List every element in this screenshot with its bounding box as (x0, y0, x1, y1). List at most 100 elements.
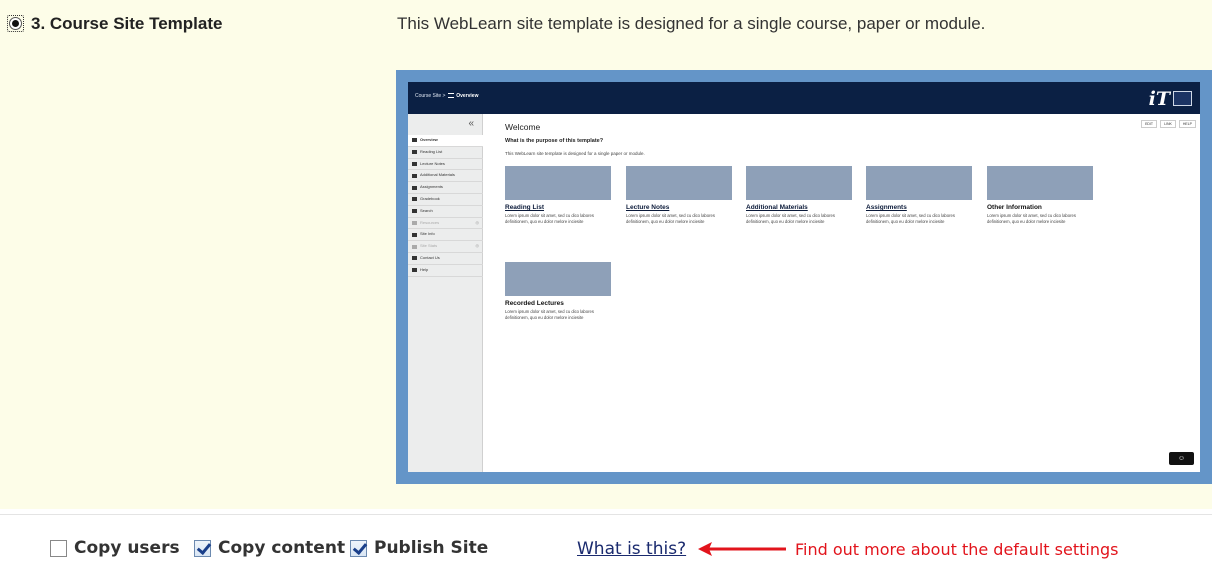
preview-nav-label: Additional Materials (420, 172, 455, 178)
preview-nav-item: Reading List (408, 147, 483, 159)
preview-card-title: Other Information (987, 204, 1042, 211)
preview-card-body: Lorem ipsum dolor sit amet, sed cu dico … (505, 213, 594, 224)
preview-nav-item: Help (408, 265, 483, 277)
preview-nav-item: Resources ◎ (408, 218, 483, 230)
preview-action-button: LINK (1160, 120, 1176, 128)
preview-nav: Overview Reading List Lecture Notes Additio… (408, 135, 483, 277)
preview-nav-label: Resources (420, 219, 440, 225)
preview-breadcrumb: Course Site > Overview (415, 93, 478, 99)
preview-nav-label: Gradebook (420, 195, 440, 201)
preview-nav-item: Assignments (408, 182, 483, 194)
preview-card-title: Recorded Lectures (505, 300, 564, 307)
preview-nav-label: Assignments (420, 184, 443, 190)
preview-card-image (505, 166, 611, 200)
preview-card-body: Lorem ipsum dolor sit amet, sed cu dico … (987, 213, 1076, 224)
preview-nav-label: Site Info (420, 231, 435, 237)
menu-icon (447, 93, 454, 99)
preview-nav-label: Lecture Notes (420, 160, 445, 166)
preview-nav-item: Site Stats ◎ (408, 241, 483, 253)
gear-icon (412, 232, 417, 237)
preview-breadcrumb-site: Course Site (415, 93, 442, 99)
preview-card-body: Lorem ipsum dolor sit amet, sed cu dico … (626, 213, 715, 224)
publish-site-label[interactable]: Publish Site (374, 538, 488, 558)
preview-card-title: Assignments (866, 204, 907, 211)
preview-breadcrumb-separator: > (442, 93, 446, 99)
chat-icon: ☺ (1169, 452, 1194, 465)
red-arrow-icon (698, 542, 786, 556)
preview-card-image (626, 166, 732, 200)
preview-nav-item: Gradebook (408, 194, 483, 206)
template-radio[interactable] (7, 15, 24, 32)
preview-card-image (505, 262, 611, 296)
default-settings-annotation: Find out more about the default settings (795, 540, 1119, 559)
menu-icon (412, 138, 417, 143)
preview-nav-label: Search (420, 207, 433, 213)
preview-actions: EDIT LINK HELP (1141, 120, 1196, 128)
preview-welcome-heading: Welcome (505, 122, 541, 132)
preview-topbar: Course Site > Overview iT (408, 82, 1200, 114)
preview-nav-label: Reading List (420, 148, 443, 154)
copy-users-label[interactable]: Copy users (74, 538, 180, 558)
preview-nav-item: Contact Us (408, 253, 483, 265)
template-preview-screenshot: Course Site > Overview iT « Overview Read… (408, 82, 1200, 472)
preview-card-body: Lorem ipsum dolor sit amet, sed cu dico … (746, 213, 835, 224)
template-title[interactable]: 3. Course Site Template (31, 14, 222, 34)
publish-site-checkbox[interactable] (350, 540, 367, 557)
preview-nav-extra: ◎ (475, 243, 480, 249)
preview-intro: This WebLearn site template is designed … (505, 151, 645, 156)
assignment-icon (412, 185, 417, 190)
preview-card-body: Lorem ipsum dolor sit amet, sed cu dico … (505, 309, 594, 320)
gradebook-icon (412, 197, 417, 202)
copy-content-label[interactable]: Copy content (218, 538, 345, 558)
preview-action-button: HELP (1178, 120, 1196, 128)
preview-card: Other Information Lorem ipsum dolor sit a… (987, 166, 1095, 225)
collapse-icon: « (468, 118, 474, 129)
preview-card-title: Additional Materials (746, 204, 808, 211)
preview-nav-label: Contact Us (420, 254, 440, 260)
preview-card-title: Lecture Notes (626, 204, 670, 211)
preview-nav-extra: ◎ (475, 219, 480, 225)
template-description: This WebLearn site template is designed … (397, 14, 986, 33)
list-icon (412, 173, 417, 178)
preview-nav-item: Site Info (408, 229, 483, 242)
preview-question: What is the purpose of this template? (505, 138, 604, 144)
preview-logo: iT (1148, 88, 1170, 110)
university-crest-icon (1173, 91, 1192, 106)
folder-icon (412, 220, 417, 225)
preview-card-image (987, 166, 1093, 200)
preview-nav-item: Lecture Notes (408, 159, 483, 171)
preview-nav-label: Overview (420, 137, 438, 142)
template-option-panel: 3. Course Site Template This WebLearn si… (0, 0, 1212, 509)
radio-ring (9, 17, 22, 30)
list-icon (412, 150, 417, 155)
preview-nav-item: Additional Materials (408, 170, 483, 183)
preview-sidebar: « Overview Reading List Lecture Notes Addit… (408, 114, 483, 472)
copy-content-checkbox[interactable] (194, 540, 211, 557)
preview-nav-label: Site Stats (420, 243, 438, 249)
preview-card-image (866, 166, 972, 200)
copy-users-checkbox[interactable] (50, 540, 67, 557)
preview-action-button: EDIT (1141, 120, 1158, 128)
preview-card-image (746, 166, 852, 200)
help-icon (412, 268, 417, 273)
template-preview-frame: Course Site > Overview iT « Overview Read… (396, 70, 1212, 484)
preview-nav-item: Search (408, 206, 483, 218)
preview-breadcrumb-page: Overview (456, 93, 479, 99)
what-is-this-link[interactable]: What is this? (577, 539, 686, 559)
preview-card: Recorded Lectures Lorem ipsum dolor sit a… (505, 262, 613, 321)
preview-card: Reading List Lorem ipsum dolor sit amet, … (505, 166, 613, 225)
mail-icon (412, 256, 417, 261)
preview-card-title: Reading List (505, 204, 545, 211)
preview-nav-label: Help (420, 266, 429, 272)
preview-nav-item: Overview (408, 135, 483, 147)
site-options-bar: Copy users Copy content Publish Site Wha… (0, 514, 1212, 569)
preview-card: Assignments Lorem ipsum dolor sit amet, s… (866, 166, 974, 225)
list-icon (412, 161, 417, 166)
preview-card: Additional Materials Lorem ipsum dolor si… (746, 166, 854, 225)
preview-card: Lecture Notes Lorem ipsum dolor sit amet,… (626, 166, 734, 225)
radio-selected-dot (12, 20, 19, 27)
search-icon (412, 209, 417, 214)
preview-card-body: Lorem ipsum dolor sit amet, sed cu dico … (866, 213, 955, 224)
template-selection-page: 3. Course Site Template This WebLearn si… (0, 0, 1212, 569)
chart-icon (412, 244, 417, 249)
